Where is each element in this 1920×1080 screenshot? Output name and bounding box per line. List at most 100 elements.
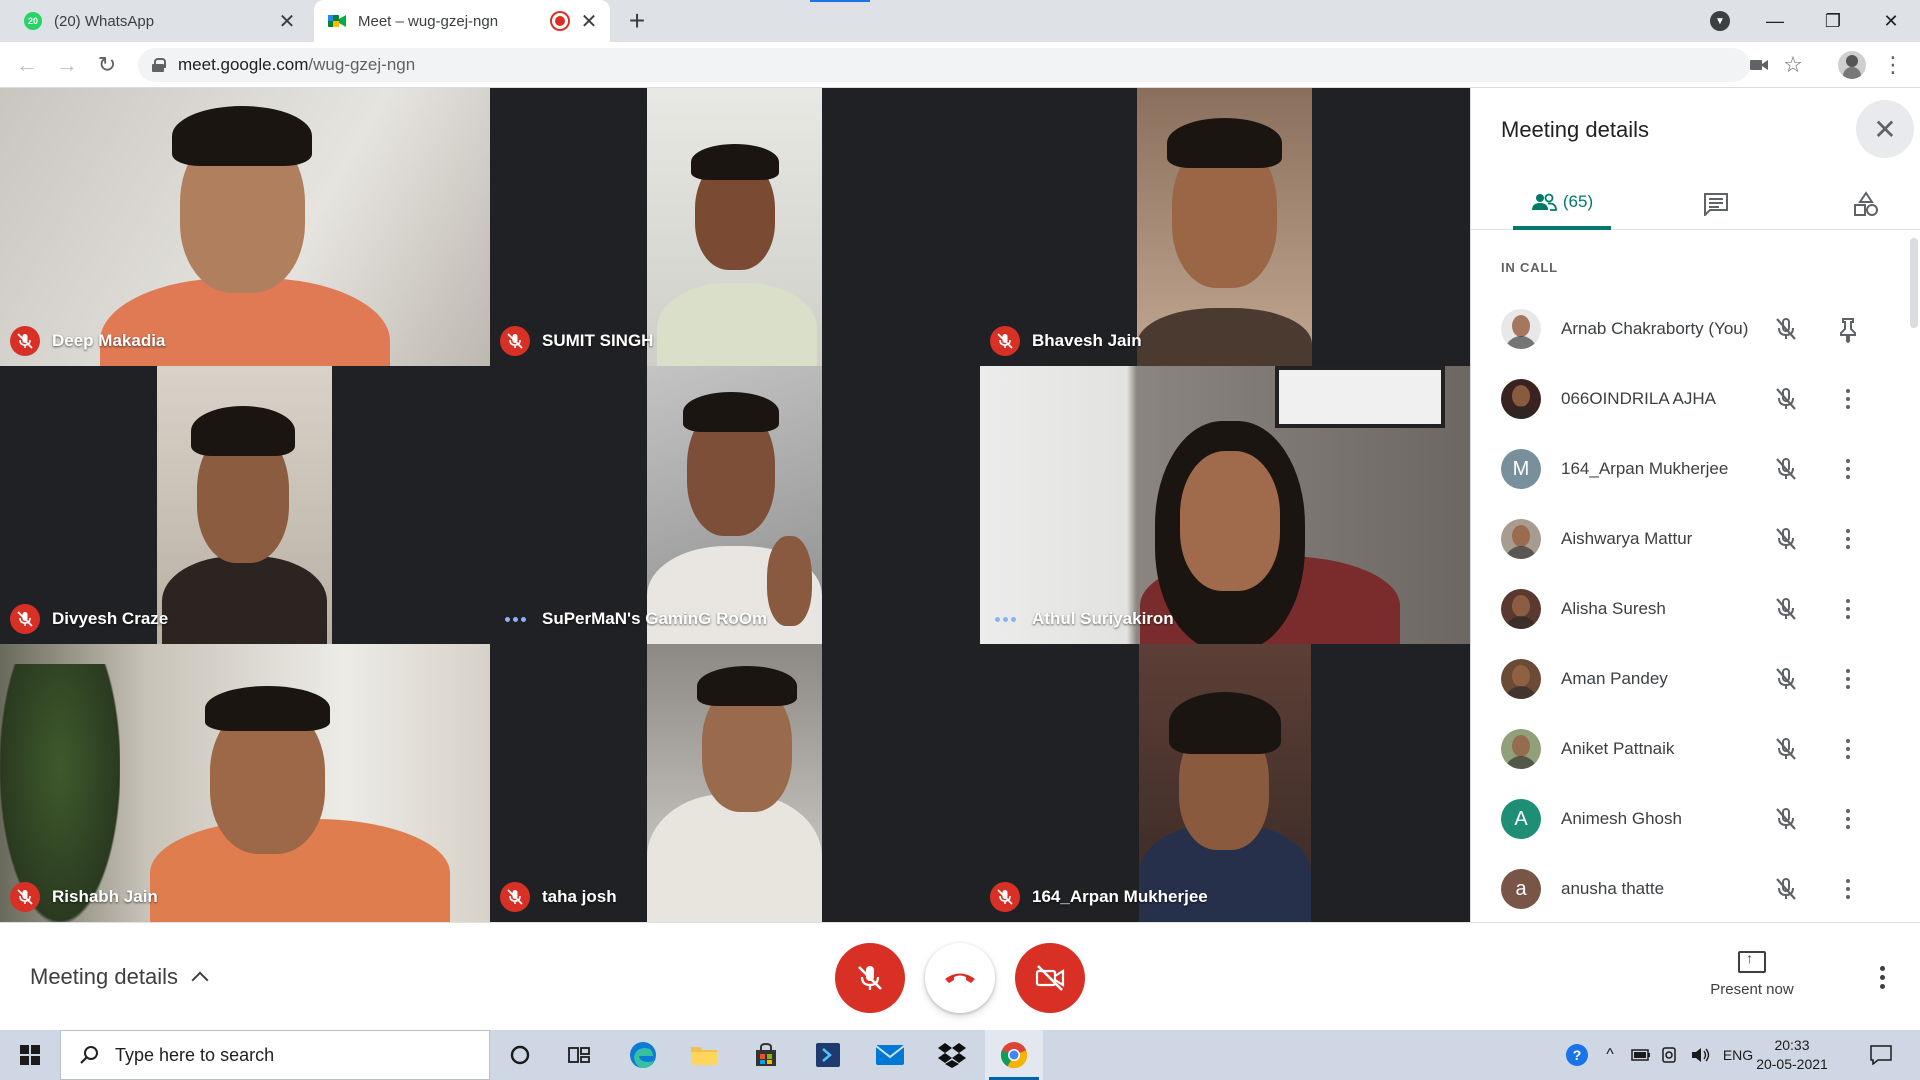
profile-avatar[interactable] bbox=[1838, 51, 1866, 79]
start-button[interactable] bbox=[0, 1030, 60, 1080]
tab-meet[interactable]: Meet – wug-gzej-ngn ✕ bbox=[314, 0, 610, 42]
avatar: M bbox=[1501, 449, 1541, 489]
more-vert-icon[interactable] bbox=[1833, 664, 1863, 694]
more-vert-icon[interactable] bbox=[1833, 874, 1863, 904]
participant-row[interactable]: a anusha thatte bbox=[1471, 854, 1911, 924]
mail-icon[interactable] bbox=[861, 1030, 919, 1080]
participant-row[interactable]: Aishwarya Mattur bbox=[1471, 504, 1911, 574]
participant-row[interactable]: M 164_Arpan Mukherjee bbox=[1471, 434, 1911, 504]
video-tile[interactable]: Bhavesh Jain bbox=[980, 88, 1470, 366]
speaking-indicator-icon bbox=[500, 604, 530, 634]
bookmark-star-icon[interactable]: ☆ bbox=[1778, 50, 1808, 80]
panel-scrollbar[interactable] bbox=[1910, 238, 1918, 328]
more-vert-icon[interactable] bbox=[1833, 524, 1863, 554]
meeting-details-toggle[interactable]: Meeting details bbox=[30, 964, 209, 990]
present-now-button[interactable]: Present now bbox=[1700, 950, 1804, 998]
tab-title: (20) WhatsApp bbox=[54, 12, 155, 30]
video-tile[interactable]: Rishabh Jain bbox=[0, 644, 490, 922]
chrome-menu-icon[interactable]: ⋮ bbox=[1878, 50, 1908, 80]
cortana-icon[interactable] bbox=[491, 1030, 549, 1080]
video-tile[interactable]: SuPerMaN's GaminG RoOm bbox=[490, 366, 980, 644]
mic-off-icon bbox=[990, 882, 1020, 912]
back-arrow-icon[interactable]: ← bbox=[12, 50, 42, 80]
search-icon bbox=[80, 1046, 98, 1064]
more-vert-icon[interactable] bbox=[1833, 384, 1863, 414]
meeting-details-panel: Meeting details ✕ (65) IN CALL Arnab Cha… bbox=[1470, 88, 1920, 922]
participant-nametag: Bhavesh Jain bbox=[990, 326, 1142, 356]
participant-row[interactable]: Aniket Pattnaik bbox=[1471, 714, 1911, 784]
participant-name: taha josh bbox=[542, 887, 617, 906]
tab-activities[interactable] bbox=[1821, 178, 1911, 230]
close-panel-button[interactable]: ✕ bbox=[1856, 100, 1914, 158]
avatar bbox=[1501, 659, 1541, 699]
mic-off-icon bbox=[1773, 456, 1799, 482]
mic-off-icon bbox=[10, 604, 40, 634]
camera-status-icon[interactable] bbox=[1658, 1030, 1684, 1080]
mic-off-icon bbox=[10, 882, 40, 912]
volume-icon[interactable] bbox=[1688, 1030, 1714, 1080]
forward-arrow-icon[interactable]: → bbox=[52, 50, 82, 80]
video-tile[interactable]: SUMIT SINGH bbox=[490, 88, 980, 366]
leave-call-button[interactable] bbox=[925, 943, 995, 1013]
tab-people[interactable]: (65) bbox=[1513, 178, 1611, 230]
participant-name: SUMIT SINGH bbox=[542, 331, 654, 350]
edge-browser-icon[interactable] bbox=[614, 1030, 672, 1080]
close-tab-icon[interactable]: ✕ bbox=[276, 10, 298, 33]
dropbox-icon[interactable] bbox=[923, 1030, 981, 1080]
participant-video bbox=[0, 644, 490, 922]
more-vert-icon[interactable] bbox=[1833, 734, 1863, 764]
panel-title: Meeting details bbox=[1501, 117, 1649, 142]
participant-row[interactable]: Arnab Chakraborty (You) bbox=[1471, 294, 1911, 364]
show-hidden-icons-icon[interactable]: ^ bbox=[1598, 1030, 1622, 1080]
participant-video bbox=[980, 366, 1470, 644]
participant-name: Arnab Chakraborty (You) bbox=[1561, 319, 1749, 338]
microphone-toggle-button[interactable] bbox=[835, 943, 905, 1013]
microsoft-store-icon[interactable] bbox=[737, 1030, 795, 1080]
participant-video bbox=[157, 366, 332, 644]
camera-in-use-icon[interactable] bbox=[1744, 50, 1774, 80]
task-view-icon[interactable] bbox=[550, 1030, 608, 1080]
browser-toolbar: ← → ↻ meet.google.com/wug-gzej-ngn ☆ ⋮ bbox=[0, 42, 1920, 88]
chrome-icon[interactable] bbox=[985, 1030, 1043, 1080]
battery-icon[interactable] bbox=[1628, 1030, 1654, 1080]
powershell-icon[interactable] bbox=[799, 1030, 857, 1080]
present-now-label: Present now bbox=[1710, 981, 1794, 998]
participant-name: Deep Makadia bbox=[52, 331, 166, 350]
address-bar[interactable]: meet.google.com/wug-gzej-ngn ☆ bbox=[138, 48, 1803, 82]
participant-row[interactable]: Alisha Suresh bbox=[1471, 574, 1911, 644]
notifications-icon[interactable] bbox=[1858, 1030, 1904, 1080]
file-explorer-icon[interactable] bbox=[675, 1030, 733, 1080]
avatar bbox=[1501, 519, 1541, 559]
tab-chat[interactable] bbox=[1671, 178, 1761, 230]
more-vert-icon[interactable] bbox=[1833, 454, 1863, 484]
participant-row[interactable]: Aman Pandey bbox=[1471, 644, 1911, 714]
more-options-icon[interactable] bbox=[1870, 957, 1894, 997]
google-meet-icon bbox=[328, 12, 346, 30]
close-tab-icon[interactable]: ✕ bbox=[578, 10, 600, 33]
participant-row[interactable]: 066OINDRILA AJHA bbox=[1471, 364, 1911, 434]
video-tile[interactable]: 164_Arpan Mukherjee bbox=[980, 644, 1470, 922]
video-tile[interactable]: Deep Makadia bbox=[0, 88, 490, 366]
video-tile[interactable]: Divyesh Craze bbox=[0, 366, 490, 644]
participant-row[interactable]: A Animesh Ghosh bbox=[1471, 784, 1911, 854]
taskbar-clock[interactable]: 20:33 20-05-2021 bbox=[1752, 1036, 1832, 1074]
people-icon bbox=[1531, 193, 1557, 211]
minimize-button[interactable]: — bbox=[1747, 0, 1803, 42]
more-vert-icon[interactable] bbox=[1833, 804, 1863, 834]
reload-icon[interactable]: ↻ bbox=[92, 50, 122, 80]
tab-search-icon[interactable]: ▼ bbox=[1710, 11, 1730, 31]
video-tile[interactable]: Athul Suriyakiron bbox=[980, 366, 1470, 644]
url-host: meet.google.com bbox=[178, 55, 309, 74]
mic-off-icon bbox=[1773, 666, 1799, 692]
camera-toggle-button[interactable] bbox=[1015, 943, 1085, 1013]
taskbar-search-box[interactable]: Type here to search bbox=[60, 1030, 490, 1080]
tab-whatsapp[interactable]: 20 (20) WhatsApp ✕ bbox=[0, 0, 312, 42]
video-off-icon bbox=[1035, 965, 1065, 991]
more-vert-icon[interactable] bbox=[1833, 594, 1863, 624]
help-icon[interactable]: ? bbox=[1562, 1030, 1592, 1080]
video-tile[interactable]: taha josh bbox=[490, 644, 980, 922]
maximize-button[interactable]: ❐ bbox=[1805, 0, 1861, 42]
pin-icon[interactable] bbox=[1833, 314, 1863, 344]
window-close-button[interactable]: ✕ bbox=[1863, 0, 1919, 42]
new-tab-button[interactable]: + bbox=[622, 5, 652, 36]
